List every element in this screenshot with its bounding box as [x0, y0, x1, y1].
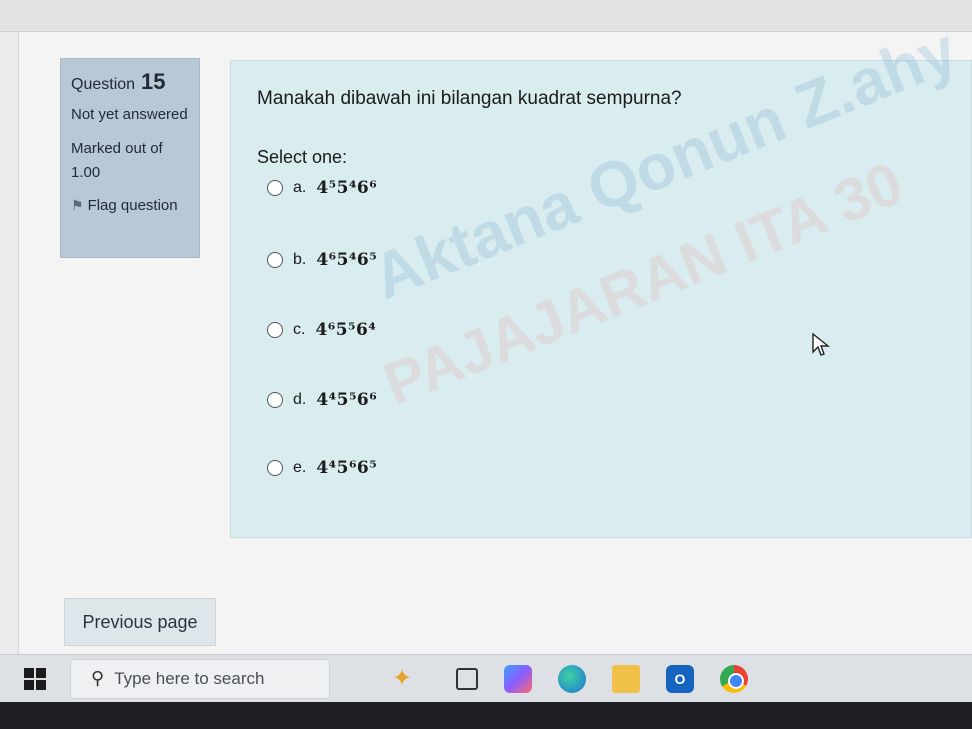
file-explorer-icon[interactable] — [612, 664, 640, 693]
option-expression: 4⁴5⁵6⁶ — [316, 390, 378, 410]
chrome-icon[interactable] — [720, 664, 748, 693]
outlook-icon[interactable]: O — [666, 664, 694, 693]
option-letter: a. — [293, 179, 307, 196]
taskbar: ⚲ Type here to search ✦ O — [0, 654, 972, 702]
option-letter: c. — [293, 321, 306, 338]
question-number: Question 15 — [71, 69, 191, 95]
question-label: Question — [71, 76, 136, 93]
question-number-value: 15 — [141, 69, 166, 94]
option-letter: e. — [293, 459, 307, 476]
mark-value: 1.00 — [71, 164, 101, 181]
option-expression: 4⁴5⁶6⁵ — [316, 458, 378, 478]
radio-button[interactable] — [267, 392, 283, 408]
flag-icon: ⚑ — [71, 197, 84, 213]
task-view-icon[interactable] — [456, 667, 478, 690]
option-expression: 4⁵5⁴6⁶ — [316, 178, 378, 198]
radio-button[interactable] — [267, 322, 283, 338]
radio-button[interactable] — [267, 180, 283, 196]
question-state: Not yet answered — [71, 106, 188, 123]
copilot-icon[interactable] — [504, 664, 532, 693]
search-icon: ⚲ — [91, 668, 105, 688]
taskbar-search-box[interactable]: ⚲ Type here to search — [70, 658, 330, 699]
question-content: Manakah dibawah ini bilangan kuadrat sem… — [230, 60, 972, 538]
option-letter: b. — [293, 251, 307, 268]
windows-logo-icon — [24, 667, 46, 690]
sparkle-icon[interactable]: ✦ — [382, 664, 422, 693]
option-letter: d. — [293, 391, 307, 408]
edge-browser-icon[interactable] — [558, 664, 586, 693]
option-b[interactable]: b. 4⁶5⁴6⁵ — [267, 250, 377, 270]
flag-question-button[interactable]: ⚑ Flag question — [71, 197, 191, 214]
option-expression: 4⁶5⁴6⁵ — [316, 250, 378, 270]
marked-out-of-label: Marked out of — [71, 140, 163, 157]
question-info-panel: Question 15 Not yet answered Marked out … — [60, 58, 200, 258]
screen: Question 15 Not yet answered Marked out … — [0, 0, 972, 729]
flag-question-label: Flag question — [87, 197, 178, 214]
option-e[interactable]: e. 4⁴5⁶6⁵ — [267, 458, 377, 478]
option-expression: 4⁶5⁵6⁴ — [315, 320, 377, 340]
option-c[interactable]: c. 4⁶5⁵6⁴ — [267, 320, 376, 340]
previous-page-button[interactable]: Previous page — [64, 598, 216, 646]
start-button[interactable] — [0, 655, 70, 703]
question-text: Manakah dibawah ini bilangan kuadrat sem… — [257, 88, 682, 109]
question-mark: Marked out of 1.00 — [71, 137, 191, 185]
browser-top-area — [0, 0, 972, 32]
radio-button[interactable] — [267, 252, 283, 268]
search-placeholder: Type here to search — [114, 668, 265, 688]
mouse-cursor-icon — [812, 333, 830, 356]
radio-button[interactable] — [267, 460, 283, 476]
screen-bezel — [0, 702, 972, 729]
select-one-label: Select one: — [257, 147, 348, 167]
option-d[interactable]: d. 4⁴5⁵6⁶ — [267, 390, 377, 410]
option-a[interactable]: a. 4⁵5⁴6⁶ — [267, 178, 377, 198]
